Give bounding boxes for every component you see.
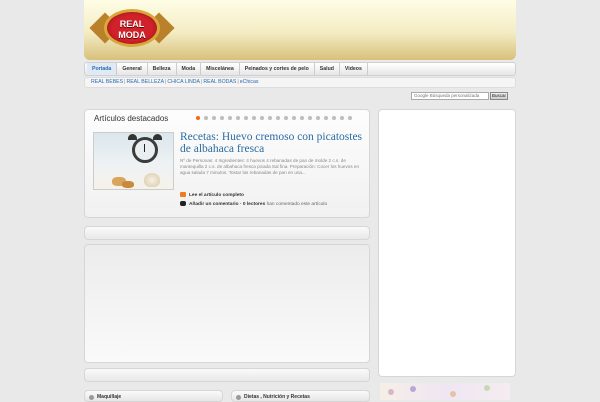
- category-bullet-icon: [236, 395, 241, 400]
- category-bullet-icon: [89, 395, 94, 400]
- nav-item-portada[interactable]: Portada: [87, 63, 118, 75]
- nav-item-moda[interactable]: Moda: [177, 63, 202, 75]
- subnav-link-chica-linda[interactable]: CHICA LINDA: [167, 79, 200, 85]
- slider-dot[interactable]: [284, 116, 288, 120]
- slider-dot[interactable]: [236, 116, 240, 120]
- add-comment-link[interactable]: Añadir un comentario · 0 lectores: [189, 202, 265, 207]
- slider-dot[interactable]: [260, 116, 264, 120]
- comment-row: Añadir un comentario · 0 lectores han co…: [180, 201, 327, 208]
- read-more-link[interactable]: Lee el artículo completo: [189, 193, 244, 198]
- category-title: Dietas , Nutrición y Recetas: [244, 394, 310, 400]
- category-box-dietas[interactable]: Dietas , Nutrición y Recetas: [231, 390, 370, 402]
- sidebar-banner-image[interactable]: [380, 383, 510, 400]
- featured-articles-box: Artículos destacados Recetas: Huevo crem…: [84, 109, 370, 218]
- site-header: REAL MODA: [84, 0, 516, 60]
- subnav-link-real-belleza[interactable]: REAL BELLEZA: [126, 79, 164, 85]
- main-nav: Portada General Belleza Moda Miscelánea …: [84, 62, 516, 76]
- nav-item-miscelanea[interactable]: Miscelánea: [201, 63, 240, 75]
- slider-dot[interactable]: [196, 116, 200, 120]
- slider-dot[interactable]: [268, 116, 272, 120]
- flower-decoration: [450, 391, 456, 397]
- logo-line-2: MODA: [118, 30, 146, 40]
- post-excerpt: Nº de Personas: 4 Ingredientes: 4 huevos…: [180, 158, 360, 175]
- slider-dot[interactable]: [212, 116, 216, 120]
- content-bar: [84, 226, 370, 240]
- content-panel: [84, 244, 370, 363]
- slider-dot[interactable]: [308, 116, 312, 120]
- slider-dot[interactable]: [252, 116, 256, 120]
- nav-item-peinados[interactable]: Peinados y cortes de pelo: [240, 63, 315, 75]
- slider-dot[interactable]: [276, 116, 280, 120]
- slider-dot[interactable]: [228, 116, 232, 120]
- flower-decoration: [388, 389, 394, 395]
- slider-dot[interactable]: [332, 116, 336, 120]
- bread-piece: [122, 181, 134, 188]
- comment-count-text: han comentado este artículo: [266, 202, 328, 207]
- logo-line-1: REAL: [119, 19, 145, 29]
- secondary-nav: REAL BEBES|REAL BELLEZA|CHICA LINDA|REAL…: [84, 77, 516, 88]
- read-more-row: Lee el artículo completo: [180, 192, 244, 199]
- slider-dot[interactable]: [244, 116, 248, 120]
- flower-decoration: [410, 386, 416, 392]
- featured-title: Artículos destacados: [94, 114, 169, 123]
- search-input[interactable]: [411, 92, 489, 100]
- slider-dot[interactable]: [220, 116, 224, 120]
- flower-decoration: [484, 385, 490, 391]
- onion: [144, 173, 160, 187]
- slider-dot[interactable]: [300, 116, 304, 120]
- slider-dot[interactable]: [204, 116, 208, 120]
- logo-badge: REAL MODA: [104, 9, 160, 47]
- slider-dot[interactable]: [316, 116, 320, 120]
- rss-icon: [180, 192, 186, 197]
- comment-icon: [180, 201, 186, 206]
- nav-item-general[interactable]: General: [117, 63, 148, 75]
- category-title: Maquillaje: [97, 394, 122, 400]
- subnav-link-echicas[interactable]: eChicas: [240, 79, 259, 85]
- site-logo[interactable]: REAL MODA: [89, 3, 175, 53]
- subnav-link-real-bodas[interactable]: REAL BODAS: [203, 79, 236, 85]
- slider-dot[interactable]: [324, 116, 328, 120]
- content-bar: [84, 368, 370, 382]
- nav-item-videos[interactable]: Videos: [340, 63, 368, 75]
- slider-dot[interactable]: [348, 116, 352, 120]
- nav-item-belleza[interactable]: Belleza: [148, 63, 177, 75]
- alarm-clock-icon: [132, 137, 158, 163]
- post-title-link[interactable]: Recetas: Huevo cremoso con picatostes de…: [180, 131, 365, 155]
- category-box-maquillaje[interactable]: Maquillaje: [84, 390, 223, 402]
- slider-dot[interactable]: [292, 116, 296, 120]
- post-thumbnail[interactable]: [93, 132, 174, 190]
- nav-item-salud[interactable]: Salud: [315, 63, 340, 75]
- clock-bell: [153, 134, 162, 140]
- slider-pagination: [196, 116, 352, 120]
- sidebar-panel: [378, 109, 516, 377]
- search-button[interactable]: Buscar: [490, 92, 508, 100]
- subnav-link-real-bebes[interactable]: REAL BEBES: [91, 79, 123, 85]
- slider-dot[interactable]: [340, 116, 344, 120]
